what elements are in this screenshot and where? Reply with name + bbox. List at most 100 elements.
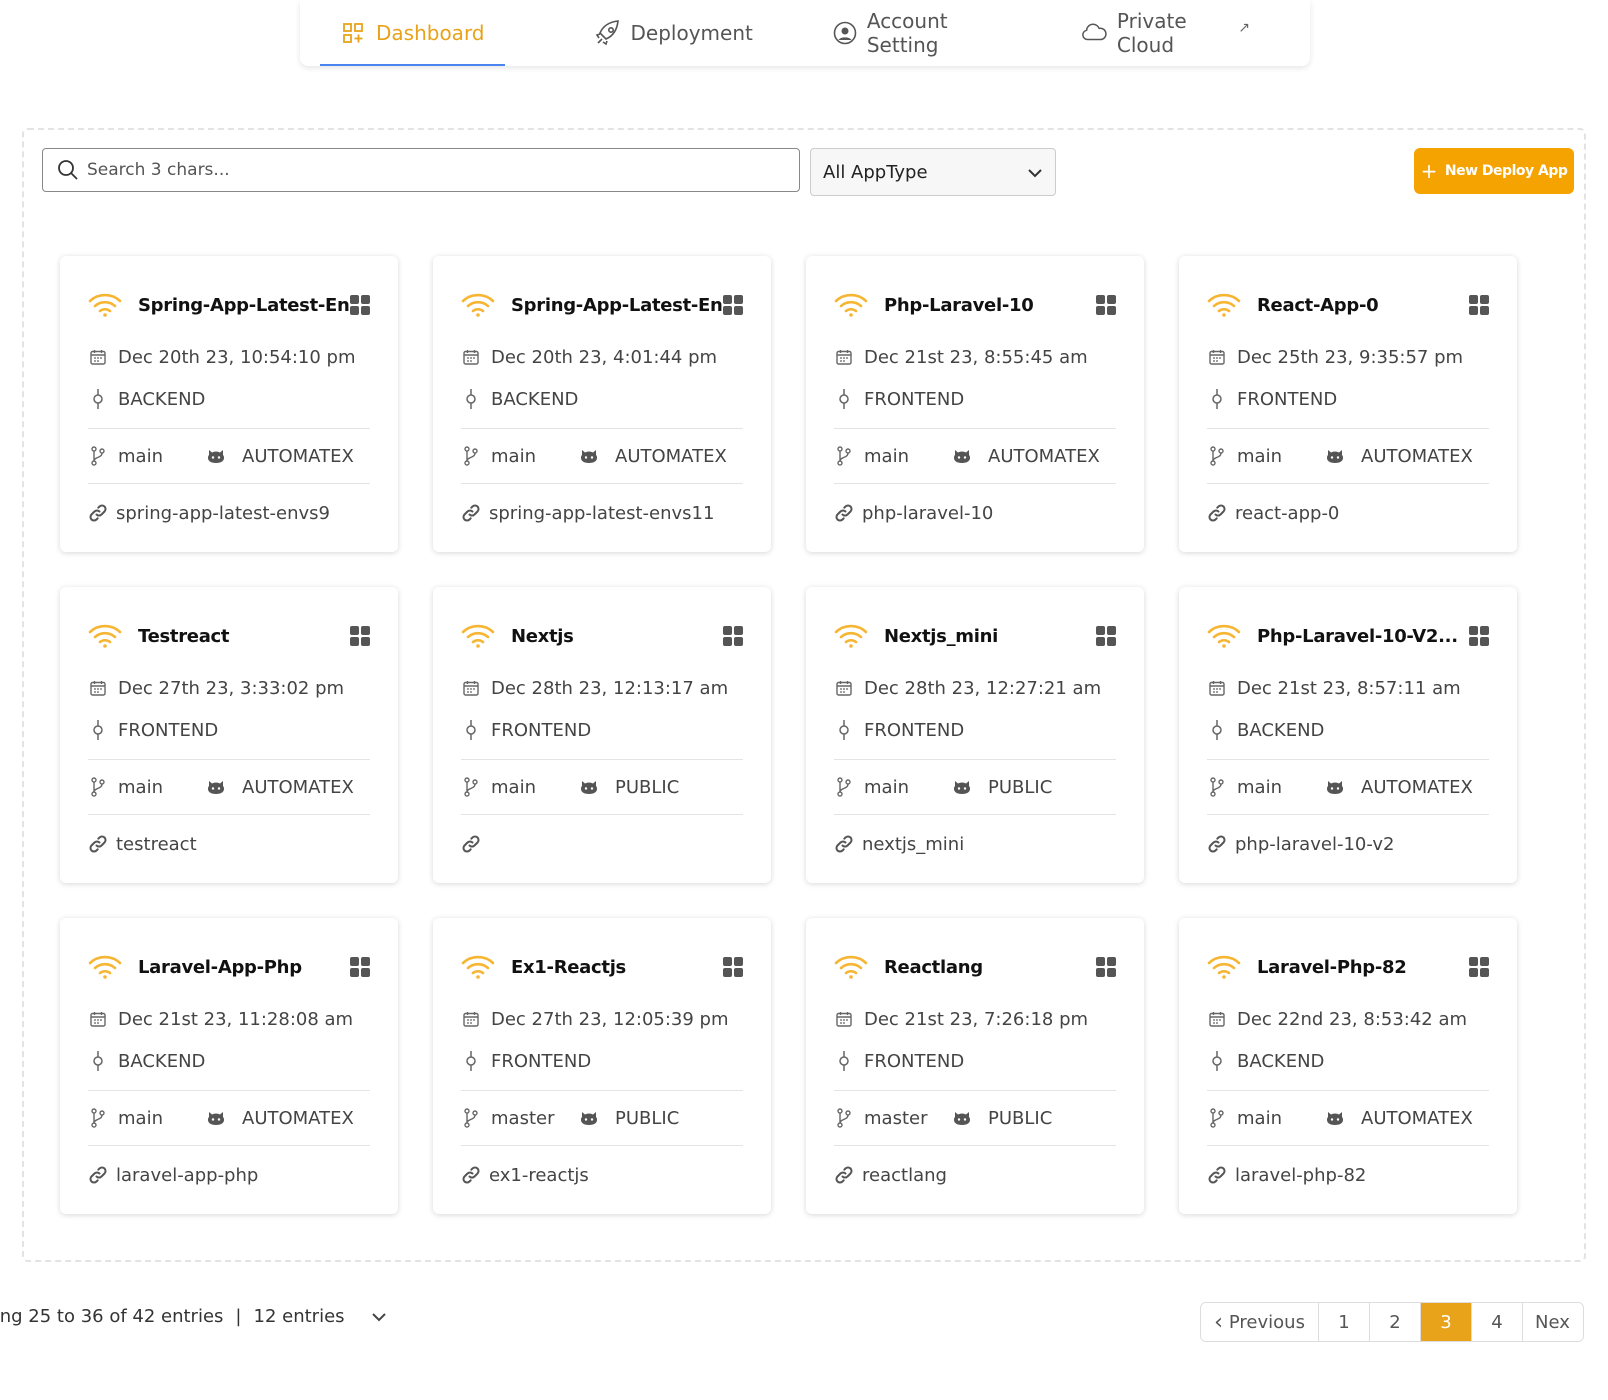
commit-icon	[1207, 1050, 1227, 1072]
link-icon[interactable]	[461, 1165, 481, 1185]
search-input[interactable]: Search 3 chars...	[42, 148, 800, 192]
tab-account-setting[interactable]: Account Setting	[833, 0, 1011, 66]
app-name[interactable]: Nextjs_mini	[884, 626, 1096, 647]
app-card[interactable]: Php-Laravel-10 Dec 21st 23, 8:55:45 am F…	[806, 256, 1144, 552]
app-link[interactable]: ex1-reactjs	[489, 1165, 589, 1186]
app-menu-icon[interactable]	[1469, 295, 1489, 315]
app-card[interactable]: Laravel-Php-82 Dec 22nd 23, 8:53:42 am B…	[1179, 918, 1517, 1214]
app-card[interactable]: Php-Laravel-10-V2... Dec 21st 23, 8:57:1…	[1179, 587, 1517, 883]
page-size-select[interactable]: 12 entries	[254, 1306, 345, 1327]
link-icon[interactable]	[461, 834, 481, 854]
tab-deployment[interactable]: Deployment	[595, 0, 753, 66]
repo-name: AUTOMATEX	[988, 445, 1100, 467]
app-card[interactable]: Nextjs Dec 28th 23, 12:13:17 am FRONTEND…	[433, 587, 771, 883]
app-link[interactable]: spring-app-latest-envs11	[489, 503, 714, 524]
app-name[interactable]: Testreact	[138, 626, 350, 647]
link-icon[interactable]	[88, 1165, 108, 1185]
page-button-1[interactable]: 1	[1319, 1303, 1370, 1341]
type-row: BACKEND	[88, 378, 370, 420]
app-menu-icon[interactable]	[1469, 626, 1489, 646]
type-row: FRONTEND	[1207, 378, 1489, 420]
link-icon[interactable]	[461, 503, 481, 523]
app-link[interactable]: testreact	[116, 834, 197, 855]
external-link-icon: ↗	[1238, 20, 1250, 36]
chevron-down-icon[interactable]	[371, 1312, 387, 1322]
link-icon[interactable]	[88, 503, 108, 523]
github-icon	[206, 779, 226, 795]
app-card[interactable]: Spring-App-Latest-En... Dec 20th 23, 10:…	[60, 256, 398, 552]
app-menu-icon[interactable]	[723, 295, 743, 315]
app-link[interactable]: php-laravel-10-v2	[1235, 834, 1394, 855]
app-name[interactable]: Laravel-App-Php	[138, 957, 350, 978]
next-button[interactable]: Nex	[1523, 1303, 1583, 1341]
app-menu-icon[interactable]	[1096, 626, 1116, 646]
branch-name: main	[1237, 445, 1282, 467]
app-card[interactable]: Nextjs_mini Dec 28th 23, 12:27:21 am FRO…	[806, 587, 1144, 883]
app-menu-icon[interactable]	[350, 626, 370, 646]
app-menu-icon[interactable]	[723, 626, 743, 646]
app-name[interactable]: Ex1-Reactjs	[511, 957, 723, 978]
app-link[interactable]: react-app-0	[1235, 503, 1339, 524]
app-date: Dec 22nd 23, 8:53:42 am	[1237, 1008, 1468, 1030]
branch-name: main	[1237, 1107, 1282, 1129]
commit-icon	[1207, 719, 1227, 741]
date-row: Dec 22nd 23, 8:53:42 am	[1207, 998, 1489, 1040]
git-branch-icon	[1207, 777, 1227, 797]
link-icon[interactable]	[1207, 503, 1227, 523]
showing-text: wing 25 to 36 of 42 entries	[0, 1306, 224, 1327]
app-name[interactable]: Reactlang	[884, 957, 1096, 978]
app-card[interactable]: Spring-App-Latest-En... Dec 20th 23, 4:0…	[433, 256, 771, 552]
apptype-select[interactable]: All AppType	[810, 148, 1056, 196]
app-card[interactable]: Reactlang Dec 21st 23, 7:26:18 pm FRONTE…	[806, 918, 1144, 1214]
app-name[interactable]: Php-Laravel-10	[884, 295, 1096, 316]
app-card[interactable]: Testreact Dec 27th 23, 3:33:02 pm FRONTE…	[60, 587, 398, 883]
app-menu-icon[interactable]	[723, 957, 743, 977]
app-date: Dec 28th 23, 12:27:21 am	[864, 677, 1102, 699]
tab-dashboard[interactable]: Dashboard	[320, 0, 504, 66]
app-link[interactable]: php-laravel-10	[862, 503, 993, 524]
user-circle-icon	[833, 20, 857, 46]
dashboard-icon	[340, 20, 366, 46]
app-menu-icon[interactable]	[350, 957, 370, 977]
branch: main	[88, 446, 206, 467]
app-link[interactable]: laravel-app-php	[116, 1165, 258, 1186]
link-row: laravel-app-php	[88, 1146, 370, 1204]
page-button-3[interactable]: 3	[1421, 1303, 1472, 1341]
app-name[interactable]: Spring-App-Latest-En...	[138, 295, 350, 316]
link-icon[interactable]	[88, 834, 108, 854]
app-link[interactable]: spring-app-latest-envs9	[116, 503, 330, 524]
app-name[interactable]: React-App-0	[1257, 295, 1469, 316]
link-icon[interactable]	[834, 503, 854, 523]
card-header: Testreact	[88, 615, 370, 657]
link-icon[interactable]	[1207, 1165, 1227, 1185]
app-name[interactable]: Php-Laravel-10-V2...	[1257, 626, 1469, 647]
tab-private-cloud[interactable]: Private Cloud ↗	[1081, 0, 1250, 66]
page-button-2[interactable]: 2	[1370, 1303, 1421, 1341]
commit-icon	[88, 719, 108, 741]
app-card[interactable]: Laravel-App-Php Dec 21st 23, 11:28:08 am…	[60, 918, 398, 1214]
app-menu-icon[interactable]	[1096, 957, 1116, 977]
app-card[interactable]: React-App-0 Dec 25th 23, 9:35:57 pm FRON…	[1179, 256, 1517, 552]
previous-button[interactable]: ‹ Previous	[1201, 1303, 1319, 1341]
link-icon[interactable]	[834, 1165, 854, 1185]
app-name[interactable]: Nextjs	[511, 626, 723, 647]
app-card[interactable]: Ex1-Reactjs Dec 27th 23, 12:05:39 pm FRO…	[433, 918, 771, 1214]
link-icon[interactable]	[1207, 834, 1227, 854]
app-link[interactable]: laravel-php-82	[1235, 1165, 1366, 1186]
branch: main	[1207, 1108, 1325, 1129]
new-deploy-app-button[interactable]: + New Deploy App	[1414, 148, 1574, 194]
link-icon[interactable]	[834, 834, 854, 854]
date-row: Dec 21st 23, 8:55:45 am	[834, 336, 1116, 378]
page-button-4[interactable]: 4	[1472, 1303, 1523, 1341]
app-date: Dec 28th 23, 12:13:17 am	[491, 677, 729, 699]
app-name[interactable]: Laravel-Php-82	[1257, 957, 1469, 978]
app-name[interactable]: Spring-App-Latest-En...	[511, 295, 723, 316]
app-menu-icon[interactable]	[1469, 957, 1489, 977]
app-menu-icon[interactable]	[350, 295, 370, 315]
app-link[interactable]: reactlang	[862, 1165, 947, 1186]
card-header: Nextjs	[461, 615, 743, 657]
app-menu-icon[interactable]	[1096, 295, 1116, 315]
app-link[interactable]: nextjs_mini	[862, 834, 964, 855]
chevron-down-icon	[1027, 162, 1043, 183]
app-type: FRONTEND	[1237, 388, 1338, 410]
